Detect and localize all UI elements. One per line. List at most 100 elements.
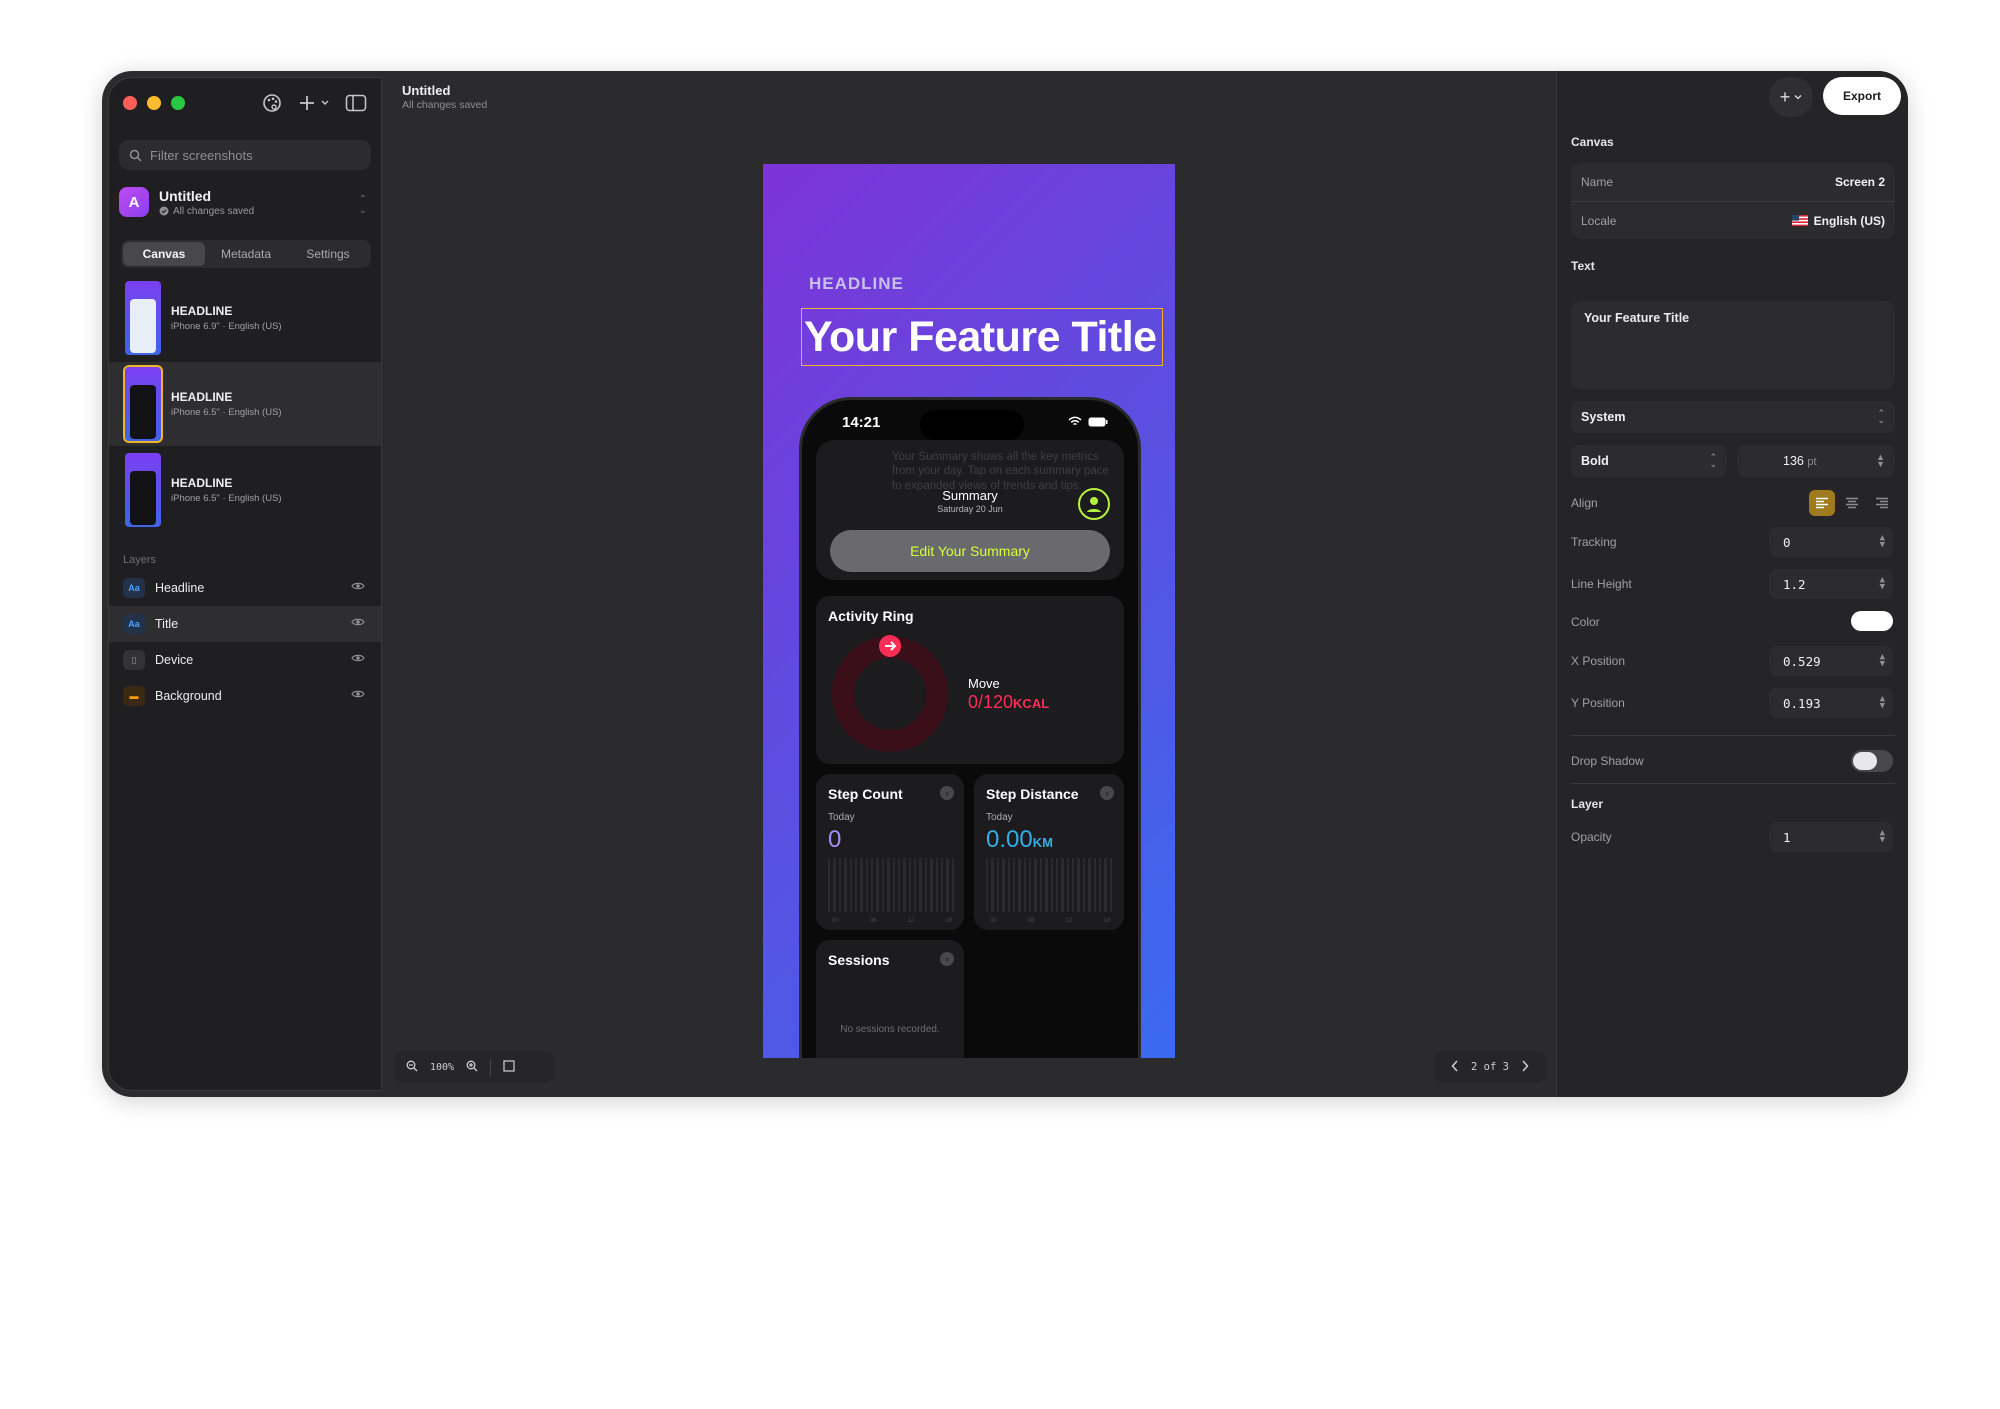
drop-shadow-toggle[interactable] [1851, 750, 1893, 772]
screenshot-subtitle: iPhone 6.9" · English (US) [171, 321, 282, 332]
toggle-sidebar-icon[interactable] [341, 88, 371, 118]
title-selection-box[interactable]: Your Feature Title [801, 308, 1163, 366]
tracking-label: Tracking [1571, 535, 1617, 549]
align-label: Align [1571, 496, 1598, 510]
profile-icon [1078, 488, 1110, 520]
sessions-card: Sessions › No sessions recorded. [816, 940, 964, 1058]
add-menu-button[interactable] [295, 88, 335, 118]
document-title: Untitled [402, 83, 451, 98]
line-height-label: Line Height [1571, 577, 1632, 591]
move-value: 0/120KCAL [968, 692, 1049, 713]
page-indicator: 2 of 3 [1471, 1061, 1509, 1073]
sidebar-tabs: Canvas Metadata Settings [121, 240, 371, 268]
eye-icon[interactable] [351, 616, 365, 630]
font-size-unit: pt [1807, 456, 1817, 468]
chevron-up-down-icon: ⌃ ⌄ [1877, 407, 1885, 425]
zoom-in-icon[interactable] [466, 1060, 478, 1075]
add-element-button[interactable]: + [1769, 77, 1813, 117]
y-position-stepper[interactable]: 0.193 ▲ ▼ [1769, 688, 1893, 718]
eye-icon[interactable] [351, 688, 365, 702]
divider [490, 1059, 492, 1075]
sidebar: Filter screenshots A Untitled All change… [108, 77, 382, 1091]
x-position-stepper[interactable]: 0.529 ▲ ▼ [1769, 646, 1893, 676]
layer-title[interactable]: Aa Title [109, 606, 381, 642]
edit-summary-button: Edit Your Summary [830, 530, 1110, 572]
tracking-value: 0 [1783, 534, 1791, 550]
tracking-stepper[interactable]: 0 ▲ ▼ [1769, 527, 1893, 557]
zoom-level[interactable]: 100% [430, 1062, 454, 1073]
text-content-field[interactable]: Your Feature Title [1571, 301, 1895, 389]
align-right-button[interactable] [1869, 490, 1895, 516]
screenshot-canvas[interactable]: HEADLINE Your Feature Title Your Summary… [763, 164, 1175, 1058]
screenshot-subtitle: iPhone 6.5" · English (US) [171, 493, 282, 504]
activity-ring-card: Activity Ring Move 0/120KCAL [816, 596, 1124, 764]
zoom-window-button[interactable] [171, 96, 185, 110]
project-switcher[interactable]: A Untitled All changes saved ⌃ ⌄ [119, 182, 371, 222]
font-size-stepper[interactable]: 136 pt ▲ ▼ [1737, 445, 1895, 477]
x-position-value: 0.529 [1783, 653, 1821, 669]
locale-row[interactable]: Locale English (US) [1571, 201, 1895, 239]
step-distance-axis: 00 06 12 18 [990, 918, 1110, 924]
stepper-icon: ▲ ▼ [1876, 451, 1885, 469]
name-value[interactable]: Screen 2 [1835, 175, 1885, 189]
line-height-stepper[interactable]: 1.2 ▲ ▼ [1769, 569, 1893, 599]
screenshot-item-2[interactable]: HEADLINE iPhone 6.5" · English (US) [109, 362, 381, 446]
tab-settings[interactable]: Settings [287, 242, 369, 266]
layer-headline[interactable]: Aa Headline [109, 570, 381, 606]
text-layer-icon: Aa [123, 578, 145, 598]
next-page-icon[interactable] [1521, 1059, 1529, 1075]
name-row[interactable]: Name Screen 2 [1571, 163, 1895, 201]
locale-value[interactable]: English (US) [1814, 214, 1885, 228]
move-label: Move [968, 676, 1000, 691]
text-align-group [1809, 490, 1895, 516]
previous-page-icon[interactable] [1451, 1059, 1459, 1075]
device-frame[interactable]: Your Summary shows all the key metrics f… [799, 397, 1141, 1058]
stepper-icon: ▲ ▼ [1879, 827, 1885, 845]
opacity-value: 1 [1783, 829, 1791, 845]
export-button[interactable]: Export [1823, 77, 1901, 115]
align-center-button[interactable] [1839, 490, 1865, 516]
opacity-stepper[interactable]: 1 ▲ ▼ [1769, 822, 1893, 852]
eye-icon[interactable] [351, 580, 365, 594]
project-name: Untitled [159, 187, 212, 204]
color-label: Color [1571, 615, 1600, 629]
stepper-icon: ▲ ▼ [1879, 532, 1885, 550]
wifi-icon [1068, 416, 1082, 426]
stepper-icon: ▲ ▼ [1879, 651, 1885, 669]
step-count-chart [828, 858, 954, 912]
layer-device[interactable]: ▯ Device [109, 642, 381, 678]
tab-canvas[interactable]: Canvas [123, 242, 205, 266]
screenshot-item-1[interactable]: HEADLINE iPhone 6.9" · English (US) [109, 276, 381, 360]
step-distance-title: Step Distance [986, 786, 1079, 802]
filter-screenshots-input[interactable]: Filter screenshots [119, 140, 371, 170]
zoom-out-icon[interactable] [406, 1060, 418, 1075]
font-family-select[interactable]: System ⌃ ⌄ [1571, 401, 1895, 433]
step-distance-period: Today [986, 812, 1013, 823]
chevron-right-icon: › [940, 952, 954, 966]
minimize-window-button[interactable] [147, 96, 161, 110]
step-count-card: Step Count › Today 0 00 06 12 18 [816, 774, 964, 930]
fit-to-screen-icon[interactable] [503, 1059, 515, 1075]
x-position-label: X Position [1571, 654, 1626, 668]
screenshot-item-3[interactable]: HEADLINE iPhone 6.5" · English (US) [109, 448, 381, 532]
align-left-button[interactable] [1809, 490, 1835, 516]
screenshot-thumbnail [125, 453, 161, 527]
y-position-value: 0.193 [1783, 695, 1821, 711]
color-swatch[interactable] [1851, 611, 1893, 631]
zoom-controls: 100% [394, 1051, 554, 1083]
status-time: 14:21 [842, 414, 881, 431]
text-section-title: Text [1571, 259, 1595, 273]
eye-icon[interactable] [351, 652, 365, 666]
layer-background[interactable]: ▬ Background [109, 678, 381, 714]
palette-icon[interactable] [257, 88, 287, 118]
chevron-right-icon: › [1100, 786, 1114, 800]
app-window: Filter screenshots A Untitled All change… [102, 71, 1908, 1097]
screenshot-thumbnail [123, 365, 163, 443]
font-weight-select[interactable]: Bold ⌃ ⌄ [1571, 445, 1727, 477]
step-count-value: 0 [828, 826, 842, 853]
tab-metadata[interactable]: Metadata [205, 242, 287, 266]
layer-section-title: Layer [1571, 797, 1604, 811]
close-window-button[interactable] [123, 96, 137, 110]
search-icon [129, 149, 142, 162]
headline-text[interactable]: HEADLINE [809, 274, 904, 294]
